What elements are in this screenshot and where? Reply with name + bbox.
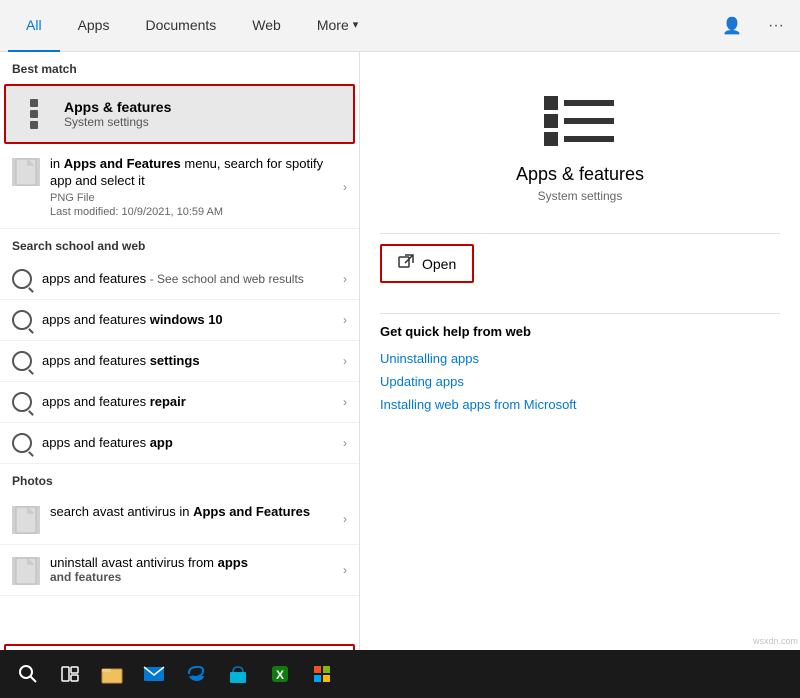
tab-more[interactable]: More ▾ bbox=[299, 0, 376, 52]
photo-result-1[interactable]: uninstall avast antivirus from apps and … bbox=[0, 545, 359, 596]
file-type: PNG File bbox=[50, 192, 333, 204]
chevron-right-icon: › bbox=[343, 180, 347, 194]
user-icon[interactable]: 👤 bbox=[716, 10, 748, 42]
search-icon-2 bbox=[12, 351, 32, 371]
png-file-icon bbox=[12, 158, 40, 186]
web-result-text-4: apps and features app bbox=[42, 435, 333, 450]
best-match-text: Apps & features System settings bbox=[64, 99, 171, 129]
watermark: wsxdn.com bbox=[753, 636, 798, 646]
best-match-title: Apps & features bbox=[64, 99, 171, 115]
taskbar-mail-icon[interactable] bbox=[134, 654, 174, 694]
tab-documents[interactable]: Documents bbox=[127, 0, 234, 52]
web-result-text-3: apps and features repair bbox=[42, 394, 333, 409]
tab-bar-right: 👤 ··· bbox=[716, 10, 792, 42]
quick-help-title: Get quick help from web bbox=[380, 324, 780, 339]
taskbar-file-explorer-icon[interactable] bbox=[92, 654, 132, 694]
right-app-subtitle: System settings bbox=[380, 189, 780, 203]
apps-features-icon bbox=[18, 96, 54, 132]
school-web-label: Search school and web bbox=[0, 229, 359, 259]
chevron-right-icon-3: › bbox=[343, 395, 347, 409]
web-result-1[interactable]: apps and features windows 10 › bbox=[0, 300, 359, 341]
best-match-label: Best match bbox=[0, 52, 359, 82]
file-name: in Apps and Features menu, search for sp… bbox=[50, 156, 333, 190]
web-result-3[interactable]: apps and features repair › bbox=[0, 382, 359, 423]
icon-square-2 bbox=[30, 110, 38, 118]
chevron-right-icon-0: › bbox=[343, 272, 347, 286]
app-icon-display bbox=[380, 92, 780, 152]
taskbar-store-icon[interactable] bbox=[218, 654, 258, 694]
start-menu: All Apps Documents Web More ▾ 👤 ··· Best… bbox=[0, 0, 800, 698]
tab-bar: All Apps Documents Web More ▾ 👤 ··· bbox=[0, 0, 800, 52]
open-button[interactable]: Open bbox=[380, 244, 474, 283]
web-result-text-2: apps and features settings bbox=[42, 353, 333, 368]
web-result-text-1: apps and features windows 10 bbox=[42, 312, 333, 327]
chevron-right-icon-1: › bbox=[343, 313, 347, 327]
photo-icon-1 bbox=[12, 557, 40, 585]
icon-square-1 bbox=[30, 99, 38, 107]
left-panel: Best match bbox=[0, 52, 360, 698]
chevron-right-icon-2: › bbox=[343, 354, 347, 368]
file-result-item[interactable]: in Apps and Features menu, search for sp… bbox=[0, 146, 359, 229]
chevron-right-photo-0: › bbox=[343, 512, 347, 526]
chevron-right-icon-4: › bbox=[343, 436, 347, 450]
content-area: Best match bbox=[0, 52, 800, 698]
photos-label: Photos bbox=[0, 464, 359, 494]
taskbar-xbox-icon[interactable]: X bbox=[260, 654, 300, 694]
tab-web[interactable]: Web bbox=[234, 0, 299, 52]
web-result-4[interactable]: apps and features app › bbox=[0, 423, 359, 464]
search-icon-1 bbox=[12, 310, 32, 330]
quick-help-link-1[interactable]: Updating apps bbox=[380, 374, 780, 389]
photo-text-1: uninstall avast antivirus from apps and … bbox=[50, 555, 333, 584]
photo-result-0[interactable]: search avast antivirus in Apps and Featu… bbox=[0, 494, 359, 545]
tab-apps[interactable]: Apps bbox=[60, 0, 128, 52]
file-text: in Apps and Features menu, search for sp… bbox=[50, 156, 333, 218]
chevron-down-icon: ▾ bbox=[353, 18, 359, 31]
photo-icon-0 bbox=[12, 506, 40, 534]
right-panel: Apps & features System settings Open Get… bbox=[360, 52, 800, 698]
best-match-item[interactable]: Apps & features System settings bbox=[4, 84, 355, 144]
svg-text:X: X bbox=[276, 668, 284, 682]
quick-help-link-2[interactable]: Installing web apps from Microsoft bbox=[380, 397, 780, 412]
file-modified: Last modified: 10/9/2021, 10:59 AM bbox=[50, 206, 333, 218]
photo-text-0: search avast antivirus in Apps and Featu… bbox=[50, 504, 333, 519]
taskbar: X bbox=[0, 650, 800, 698]
search-icon-4 bbox=[12, 433, 32, 453]
right-app-name: Apps & features bbox=[380, 164, 780, 185]
divider-2 bbox=[380, 313, 780, 314]
web-result-0[interactable]: apps and features - See school and web r… bbox=[0, 259, 359, 300]
web-result-2[interactable]: apps and features settings › bbox=[0, 341, 359, 382]
chevron-right-photo-1: › bbox=[343, 563, 347, 577]
open-icon bbox=[398, 254, 414, 273]
web-result-text-0: apps and features - See school and web r… bbox=[42, 271, 333, 286]
apps-features-large-icon bbox=[540, 92, 620, 152]
taskbar-photos-icon[interactable] bbox=[302, 654, 342, 694]
open-label: Open bbox=[422, 256, 456, 272]
more-options-icon[interactable]: ··· bbox=[760, 10, 792, 42]
taskbar-edge-icon[interactable] bbox=[176, 654, 216, 694]
quick-help-link-0[interactable]: Uninstalling apps bbox=[380, 351, 780, 366]
icon-square-3 bbox=[30, 121, 38, 129]
tab-all[interactable]: All bbox=[8, 0, 60, 52]
search-icon-0 bbox=[12, 269, 32, 289]
best-match-subtitle: System settings bbox=[64, 115, 171, 129]
search-icon-3 bbox=[12, 392, 32, 412]
taskbar-task-view-icon[interactable] bbox=[50, 654, 90, 694]
divider-1 bbox=[380, 233, 780, 234]
taskbar-search-icon[interactable] bbox=[8, 654, 48, 694]
